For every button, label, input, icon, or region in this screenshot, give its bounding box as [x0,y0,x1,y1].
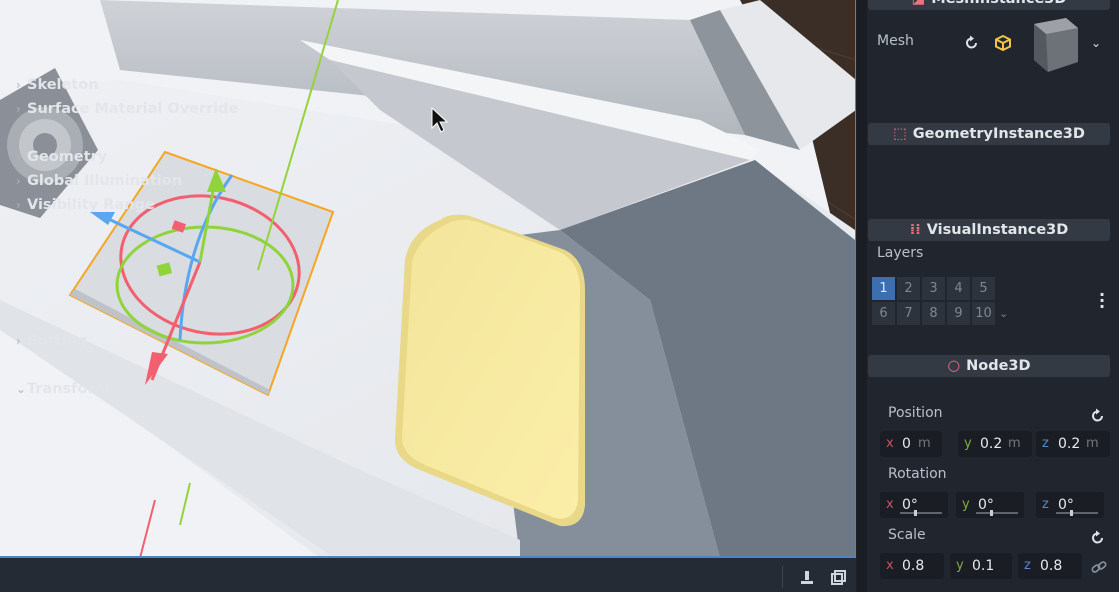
position-x-field[interactable]: x0m [880,431,942,457]
rotation-x-field[interactable]: x 0° [880,492,948,518]
layers-label: Layers [877,245,924,261]
class-header-node3d: ○ Node3D [868,355,1110,377]
layer-9[interactable]: 9 [947,302,970,325]
section-sorting[interactable]: › Sorting [10,330,262,354]
mesh-label: Mesh [877,33,914,49]
reset-icon[interactable] [1090,408,1106,424]
visual-instance-icon: ⁞⁞ [909,222,921,238]
rotation-y-slider[interactable] [976,510,1018,516]
section-global-illumination[interactable]: › Global Illumination [10,170,262,194]
chevron-down-icon[interactable]: ⌄ [1091,36,1101,50]
layer-8[interactable]: 8 [922,302,945,325]
position-z-field[interactable]: z 0.2 m [1036,431,1110,457]
chain-link-icon[interactable] [1091,559,1107,575]
viewport-bottom-bar [0,558,856,592]
copy-icon[interactable] [829,569,847,587]
mesh-preview-thumbnail[interactable] [1020,14,1082,76]
section-geometry[interactable]: › Geometry [10,146,262,170]
reset-icon[interactable] [1090,530,1106,546]
rotation-z-slider[interactable] [1056,510,1098,516]
section-surface-material-override[interactable]: › Surface Material Override [10,98,262,122]
class-header-meshinstance3d: ◪MeshInstance3D [868,0,1110,10]
position-label: Position [888,405,943,421]
kebab-menu-icon[interactable]: · · · [1098,287,1106,315]
layer-4[interactable]: 4 [947,277,970,300]
section-visibility-range[interactable]: › Visibility Range [10,194,262,218]
class-header-geometryinstance3d: ⬚ GeometryInstance3D [868,123,1110,145]
class-header-visualinstance3d: ⁞⁞ VisualInstance3D [868,219,1110,241]
scale-label: Scale [888,527,926,543]
layer-2[interactable]: 2 [897,277,920,300]
section-skeleton[interactable]: › Skeleton [10,74,262,98]
layers-expand-chevron-icon[interactable]: ⌄ [999,307,1008,320]
rotation-label: Rotation [888,466,947,482]
layer-6[interactable]: 6 [872,302,895,325]
mesh-instance-icon: ◪ [912,0,926,10]
cube-icon[interactable] [995,35,1011,51]
layer-3[interactable]: 3 [922,277,945,300]
layer-5[interactable]: 5 [972,277,995,300]
scale-z-field[interactable]: z 0.8 [1018,553,1082,579]
rotation-y-field[interactable]: y 0° [956,492,1024,518]
geometry-instance-icon: ⬚ [893,126,907,142]
rotation-x-slider[interactable] [900,510,942,516]
rotation-z-field[interactable]: z 0° [1036,492,1104,518]
snap-icon[interactable] [798,569,816,587]
layer-1[interactable]: 1 [872,277,895,300]
scale-y-field[interactable]: y 0.1 [950,553,1012,579]
layer-7[interactable]: 7 [897,302,920,325]
section-transform[interactable]: ⌄Transform [10,378,262,402]
reset-icon[interactable] [964,35,980,51]
position-y-field[interactable]: y 0.2 m [958,431,1032,457]
scale-x-field[interactable]: x 0.8 [880,553,944,579]
node3d-icon: ○ [947,358,961,374]
layer-10[interactable]: 10 [972,302,995,325]
